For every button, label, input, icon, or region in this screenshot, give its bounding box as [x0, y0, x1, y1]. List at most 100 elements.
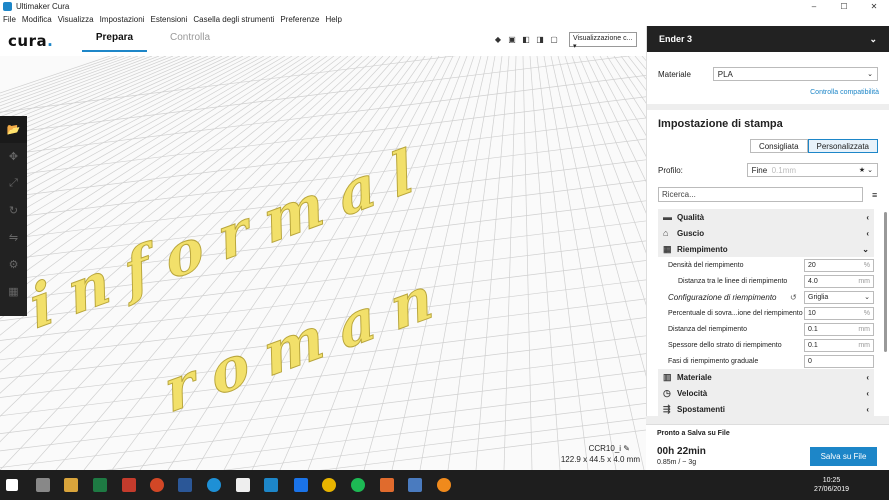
window-title: Ultimaker Cura — [16, 2, 70, 11]
infill-pattern-select[interactable]: Griglia ⌄ — [804, 290, 874, 304]
category-travel[interactable]: ⇶ Spostamenti ‹ — [658, 401, 874, 417]
category-shell[interactable]: ⌂ Guscio ‹ — [658, 225, 874, 241]
fusion-app-icon[interactable] — [380, 478, 394, 492]
cura-logo: cura. — [8, 32, 54, 50]
printer-selector[interactable]: Ender 3 ⌄ — [647, 26, 889, 52]
infill-overlap-field[interactable]: 10% — [804, 306, 874, 320]
minimize-button[interactable]: – — [799, 2, 829, 11]
menu-help[interactable]: Help — [325, 15, 341, 24]
category-infill[interactable]: ▦ Riempimento ⌄ — [658, 241, 874, 257]
search-row: Ricerca... ≡ — [647, 177, 889, 202]
edge-icon[interactable] — [207, 478, 221, 492]
profile-select[interactable]: Fine 0.1mm ★ ⌄ — [746, 163, 878, 177]
tab-monitor[interactable]: Controlla — [160, 32, 220, 52]
tool-sidebar: 📂 ✥ ⤢ ↻ ⇋ ⚙ ▦ — [0, 116, 27, 316]
material-usage: 0.85m / ~ 3g — [657, 459, 697, 466]
infill-distance-field[interactable]: 0.1 mm — [804, 322, 874, 336]
title-bar: Ultimaker Cura – ☐ ✕ — [0, 0, 889, 13]
3d-view-icon[interactable]: ◆ — [492, 35, 504, 46]
menu-view[interactable]: Visualizza — [58, 15, 94, 24]
per-model-settings-icon[interactable]: ⚙ — [0, 251, 27, 278]
left-view-icon[interactable]: ◨ — [534, 35, 546, 46]
category-speed[interactable]: ◷ Velocità ‹ — [658, 385, 874, 401]
mode-recommended-button[interactable]: Consigliata — [749, 139, 808, 153]
right-view-icon[interactable]: ▢ — [548, 35, 560, 46]
overwatch-icon[interactable] — [437, 478, 451, 492]
model-dimensions: 122.9 x 44.5 x 4.0 mm — [560, 455, 640, 464]
chevron-left-icon: ‹ — [866, 404, 869, 414]
setting-infill-line-distance: Distanza tra le linee di riempimento 4.0… — [658, 273, 874, 289]
build-plate-viewport[interactable]: informal roman 📂 ✥ ⤢ ↻ ⇋ ⚙ ▦ CCR10_i ✎ 1… — [0, 56, 646, 470]
move-tool-icon[interactable]: ✥ — [0, 143, 27, 170]
material-select[interactable]: PLA ⌄ — [712, 67, 878, 81]
menu-preferences[interactable]: Preferenze — [280, 15, 319, 24]
powerpoint-icon[interactable] — [150, 478, 164, 492]
setting-infill-pattern: Configurazione di riempimento ↺ Griglia ⌄ — [658, 289, 874, 305]
top-view-icon[interactable]: ◧ — [520, 35, 532, 46]
chevron-left-icon: ‹ — [866, 212, 869, 222]
file-explorer-icon[interactable] — [64, 478, 78, 492]
status-text: Pronto a Salva su File — [657, 430, 730, 437]
open-file-icon[interactable]: 📂 — [0, 116, 27, 143]
setting-infill-density: Densità del riempimento 20% — [658, 257, 874, 273]
divider — [646, 416, 889, 424]
cura-app-icon — [3, 2, 12, 11]
star-icon[interactable]: ★ ⌄ — [859, 166, 873, 174]
job-name[interactable]: CCR10_i ✎ — [589, 444, 630, 453]
chevron-left-icon: ‹ — [866, 372, 869, 382]
menu-extensions[interactable]: Estensioni — [150, 15, 187, 24]
profile-row: Profilo: Fine 0.1mm ★ ⌄ — [647, 153, 889, 177]
spotify-icon[interactable] — [351, 478, 365, 492]
save-to-file-button[interactable]: Salva su File — [810, 447, 877, 466]
infill-density-field[interactable]: 20% — [804, 258, 874, 272]
maximize-button[interactable]: ☐ — [829, 2, 859, 11]
category-quality[interactable]: ▬ Qualità ‹ — [658, 209, 874, 225]
front-view-icon[interactable]: ▣ — [506, 35, 518, 46]
print-setup-title: Impostazione di stampa — [658, 118, 783, 130]
profile-label: Profilo: — [658, 165, 683, 175]
dropbox-icon[interactable] — [294, 478, 308, 492]
edit-pencil-icon[interactable]: ✎ — [623, 444, 630, 453]
windows-start-icon[interactable] — [6, 479, 18, 491]
chrome-icon[interactable] — [322, 478, 336, 492]
build-plate-grid: informal roman — [0, 56, 646, 470]
reset-icon[interactable]: ↺ — [790, 293, 804, 302]
infill-line-distance-field[interactable]: 4.0 mm — [804, 274, 874, 288]
check-compatibility-link[interactable]: Controlla compatibilità — [647, 81, 889, 96]
infill-layer-thickness-field[interactable]: 0.1 mm — [804, 338, 874, 352]
mail-icon[interactable] — [236, 478, 250, 492]
view-type-select[interactable]: Visualizzazione c... ▾ — [569, 32, 637, 50]
setup-mode-toggle: Consigliata Personalizzata — [647, 130, 889, 153]
window-controls: – ☐ ✕ — [799, 2, 889, 11]
menu-edit[interactable]: Modifica — [22, 15, 52, 24]
setting-infill-overlap: Percentuale di sovra...ione del riempime… — [658, 305, 874, 321]
printer-name: Ender 3 — [659, 34, 693, 44]
cura-taskbar-icon[interactable] — [264, 478, 278, 492]
chevron-down-icon: ⌄ — [864, 294, 870, 301]
menu-file[interactable]: File — [3, 15, 16, 24]
tool-app-icon[interactable] — [408, 478, 422, 492]
gift-app-icon[interactable] — [122, 478, 136, 492]
category-material[interactable]: ▥ Materiale ‹ — [658, 369, 874, 385]
settings-visibility-menu-icon[interactable]: ≡ — [872, 190, 877, 200]
task-view-icon[interactable] — [36, 478, 50, 492]
settings-scrollbar[interactable] — [884, 212, 887, 352]
setting-infill-layer-thickness: Spessore dello strato di riempimento 0.1… — [658, 337, 874, 353]
close-button[interactable]: ✕ — [859, 2, 889, 11]
mirror-tool-icon[interactable]: ⇋ — [0, 224, 27, 251]
tab-prepare[interactable]: Prepara — [82, 32, 147, 52]
system-clock[interactable]: 10:25 27/06/2019 — [814, 476, 849, 494]
menu-toolbox[interactable]: Casella degli strumenti — [193, 15, 274, 24]
speed-icon: ◷ — [663, 387, 671, 398]
gradual-infill-steps-field[interactable]: 0 — [804, 354, 874, 368]
material-row: Materiale PLA ⌄ — [647, 52, 889, 81]
mode-custom-button[interactable]: Personalizzata — [807, 139, 878, 153]
excel-icon[interactable] — [93, 478, 107, 492]
rotate-tool-icon[interactable]: ↻ — [0, 197, 27, 224]
support-blocker-icon[interactable]: ▦ — [0, 278, 27, 305]
quality-icon: ▬ — [663, 212, 672, 222]
settings-search-input[interactable]: Ricerca... — [658, 187, 863, 202]
word-icon[interactable] — [178, 478, 192, 492]
scale-tool-icon[interactable]: ⤢ — [0, 170, 27, 197]
menu-settings[interactable]: Impostazioni — [100, 15, 145, 24]
